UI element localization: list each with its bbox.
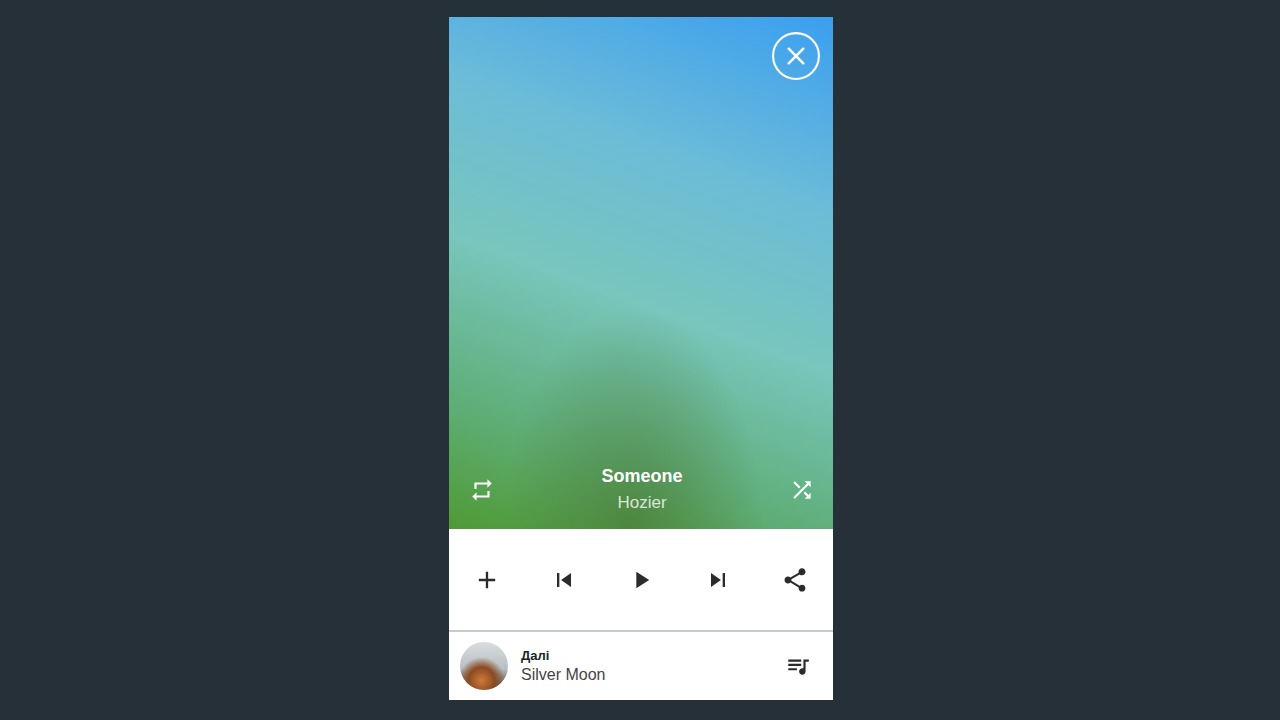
playback-controls — [449, 529, 833, 632]
queue-music-icon — [785, 653, 811, 679]
track-info: Someone Hozier — [601, 466, 682, 513]
close-icon — [771, 31, 821, 81]
shuffle-icon — [789, 477, 815, 503]
track-title: Someone — [601, 466, 682, 487]
skip-next-icon — [704, 566, 732, 594]
close-button[interactable] — [771, 31, 821, 81]
next-button[interactable] — [700, 562, 736, 598]
share-button[interactable] — [777, 562, 813, 598]
add-button[interactable] — [469, 562, 505, 598]
music-player: Someone Hozier Далі Silver Moon — [449, 17, 833, 700]
repeat-icon — [469, 477, 495, 503]
plus-icon — [473, 566, 501, 594]
previous-button[interactable] — [546, 562, 582, 598]
page: Someone Hozier Далі Silver Moon — [0, 0, 1280, 720]
play-icon — [627, 566, 655, 594]
track-artist: Hozier — [617, 493, 666, 513]
up-next-row[interactable]: Далі Silver Moon — [449, 632, 833, 700]
next-track-cover — [460, 642, 508, 690]
play-button[interactable] — [623, 562, 659, 598]
repeat-button[interactable] — [465, 473, 499, 507]
share-icon — [781, 566, 809, 594]
next-track-title: Silver Moon — [521, 666, 768, 684]
shuffle-button[interactable] — [785, 473, 819, 507]
up-next-label: Далі — [521, 648, 768, 663]
album-art: Someone Hozier — [449, 17, 833, 529]
queue-button[interactable] — [781, 649, 815, 683]
skip-previous-icon — [550, 566, 578, 594]
